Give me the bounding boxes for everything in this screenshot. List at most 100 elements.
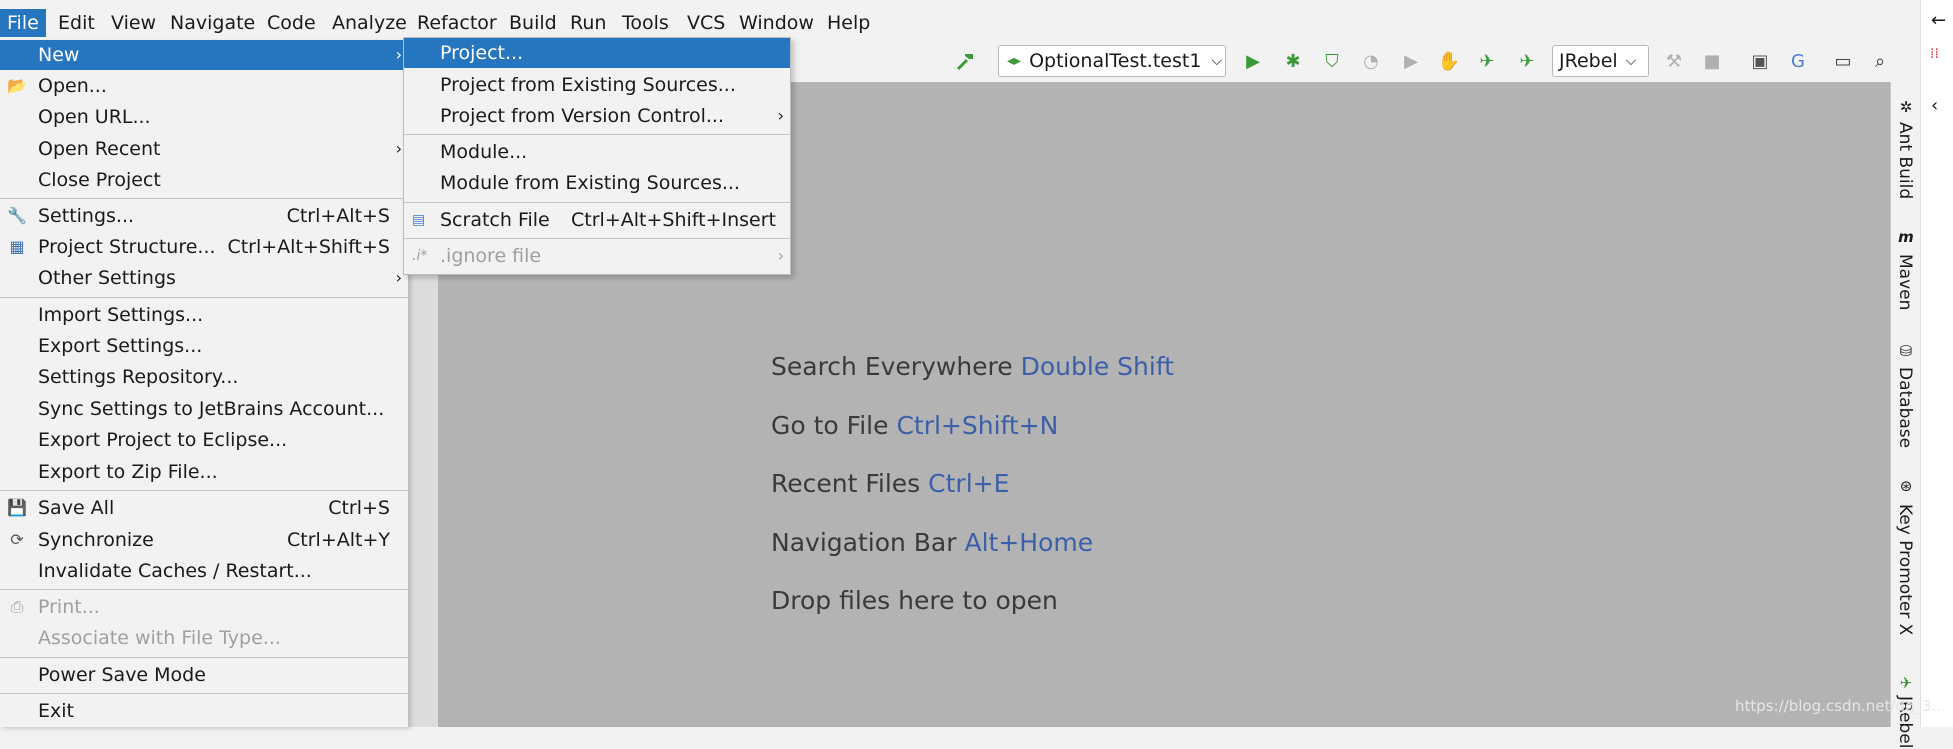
menu-refactor[interactable]: Refactor: [410, 9, 504, 37]
file-menu-associate-file-type[interactable]: Associate with File Type...: [0, 623, 408, 653]
run-icon[interactable]: ▶: [1240, 48, 1266, 74]
coverage-icon[interactable]: ⛉: [1319, 48, 1345, 74]
tool-key-promoter-x[interactable]: Key Promoter X: [1895, 504, 1915, 635]
project-structure-icon: ▦: [9, 237, 25, 256]
file-menu-export-zip[interactable]: Export to Zip File...: [0, 457, 408, 487]
menu-edit[interactable]: Edit: [51, 9, 102, 37]
menu-help[interactable]: Help: [820, 9, 877, 37]
file-menu-settings[interactable]: 🔧 Settings... Ctrl+Alt+S: [0, 201, 408, 231]
file-menu-open[interactable]: 📂 Open...: [0, 71, 408, 101]
new-module[interactable]: Module...: [404, 137, 790, 167]
chevron-down-icon: ⌵: [1625, 53, 1637, 69]
hint-go-to-file: Go to File Ctrl+Shift+N: [771, 411, 1059, 440]
tool-maven[interactable]: Maven: [1895, 254, 1915, 310]
new-submenu: Project... Project from Existing Sources…: [403, 37, 791, 275]
menu-separator: [0, 490, 408, 491]
maven-icon: m: [1898, 228, 1914, 246]
wrench-icon: 🔧: [7, 206, 27, 225]
chevron-right-icon: ›: [777, 106, 784, 125]
file-menu-invalidate-caches[interactable]: Invalidate Caches / Restart...: [0, 556, 408, 586]
scratch-file-icon: ▤: [412, 212, 426, 228]
stop-icon[interactable]: ■: [1699, 48, 1725, 74]
chevron-left-icon: ‹: [1931, 95, 1939, 116]
file-menu-exit[interactable]: Exit: [0, 696, 408, 726]
file-menu-close-project[interactable]: Close Project: [0, 165, 408, 195]
file-menu-export-eclipse[interactable]: Export Project to Eclipse...: [0, 425, 408, 455]
file-menu-synchronize[interactable]: ⟳ Synchronize Ctrl+Alt+Y: [0, 525, 408, 555]
project-structure-icon[interactable]: ▣: [1747, 48, 1773, 74]
jrebel-debug-icon[interactable]: ✈: [1514, 48, 1540, 74]
hint-drop-files: Drop files here to open: [771, 586, 1058, 615]
file-menu-print[interactable]: ⎙ Print...: [0, 592, 408, 622]
file-menu-open-recent[interactable]: Open Recent ›: [0, 134, 408, 164]
run-config-combo[interactable]: ◂▸ OptionalTest.test1 ⌵: [998, 45, 1226, 77]
menu-tools[interactable]: Tools: [615, 9, 676, 37]
new-project-existing-sources[interactable]: Project from Existing Sources...: [404, 70, 790, 100]
main-toolbar: ◂▸ OptionalTest.test1 ⌵ ▶ ✱ ⛉ ◔ ▶ ✋ ✈ ✈ …: [625, 40, 1920, 83]
menu-build[interactable]: Build: [502, 9, 564, 37]
file-menu-sync-settings[interactable]: Sync Settings to JetBrains Account...: [0, 394, 408, 424]
menu-navigate[interactable]: Navigate: [163, 9, 262, 37]
menu-separator: [0, 198, 408, 199]
attach-icon[interactable]: ✋: [1436, 48, 1462, 74]
ignore-file-icon: .i*: [412, 248, 428, 264]
sync-icon: ⟳: [10, 530, 24, 549]
menu-analyze[interactable]: Analyze: [325, 9, 414, 37]
new-scratch-file[interactable]: ▤ Scratch File Ctrl+Alt+Shift+Insert: [404, 205, 790, 235]
file-menu-other-settings[interactable]: Other Settings ›: [0, 263, 408, 293]
menu-separator: [0, 297, 408, 298]
file-menu: New › 📂 Open... Open URL... Open Recent …: [0, 40, 409, 727]
menu-code[interactable]: Code: [260, 9, 323, 37]
hint-search-everywhere: Search Everywhere Double Shift: [771, 352, 1174, 381]
menu-separator: [404, 238, 790, 239]
jrebel-run-icon[interactable]: ✈: [1474, 48, 1500, 74]
folder-open-icon: 📂: [7, 76, 27, 95]
build-hammer-icon[interactable]: [953, 48, 979, 74]
file-menu-open-url[interactable]: Open URL...: [0, 102, 408, 132]
chevron-right-icon: ›: [777, 246, 784, 265]
watermark: https://blog.csdn.net/qq_3...: [1735, 697, 1946, 715]
file-menu-project-structure[interactable]: ▦ Project Structure... Ctrl+Alt+Shift+S: [0, 232, 408, 262]
file-menu-settings-repository[interactable]: Settings Repository...: [0, 362, 408, 392]
ant-icon: ✲: [1899, 98, 1913, 116]
menu-separator: [404, 134, 790, 135]
new-project-version-control[interactable]: Project from Version Control... ›: [404, 101, 790, 131]
menu-window[interactable]: Window: [732, 9, 821, 37]
run-config-icon: ◂▸: [1007, 53, 1022, 69]
jrebel-combo[interactable]: JRebel ⌵: [1552, 45, 1649, 77]
file-menu-power-save[interactable]: Power Save Mode: [0, 660, 408, 690]
save-icon: 💾: [7, 498, 27, 517]
menu-view[interactable]: View: [104, 9, 163, 37]
chevron-right-icon: ›: [395, 139, 402, 158]
file-menu-save-all[interactable]: 💾 Save All Ctrl+S: [0, 493, 408, 523]
jrebel-icon: ✈: [1899, 674, 1913, 692]
menu-separator: [0, 589, 408, 590]
file-menu-export-settings[interactable]: Export Settings...: [0, 331, 408, 361]
hammer-disabled-icon[interactable]: ⚒: [1661, 48, 1687, 74]
file-menu-new[interactable]: New ›: [0, 40, 408, 70]
new-ignore-file[interactable]: .i* .ignore file ›: [404, 241, 790, 271]
run-disabled-icon[interactable]: ▶: [1398, 48, 1424, 74]
run-config-label: OptionalTest.test1: [1029, 50, 1202, 72]
new-module-existing-sources[interactable]: Module from Existing Sources...: [404, 168, 790, 198]
menu-file[interactable]: File: [0, 9, 46, 37]
menu-separator: [0, 657, 408, 658]
file-menu-import-settings[interactable]: Import Settings...: [0, 300, 408, 330]
tool-ant-build[interactable]: Ant Build: [1895, 122, 1915, 199]
tool-database[interactable]: Database: [1895, 367, 1915, 448]
chevron-right-icon: ›: [395, 45, 402, 64]
chevron-down-icon: ⌵: [1211, 53, 1223, 69]
menu-vcs[interactable]: VCS: [680, 9, 732, 37]
search-icon[interactable]: ⌕: [1867, 48, 1893, 74]
terminal-icon[interactable]: ▭: [1830, 48, 1856, 74]
menu-separator: [404, 202, 790, 203]
new-project[interactable]: Project...: [404, 38, 790, 68]
menu-run[interactable]: Run: [563, 9, 613, 37]
key-promoter-icon: ⊛: [1899, 477, 1913, 495]
chevron-right-icon: ›: [395, 268, 402, 287]
database-icon: ⛁: [1899, 342, 1913, 360]
translate-icon[interactable]: G: [1785, 48, 1811, 74]
menu-bar: File Edit View Navigate Code Analyze Ref…: [0, 0, 1920, 40]
profile-icon[interactable]: ◔: [1358, 48, 1384, 74]
debug-icon[interactable]: ✱: [1280, 48, 1306, 74]
